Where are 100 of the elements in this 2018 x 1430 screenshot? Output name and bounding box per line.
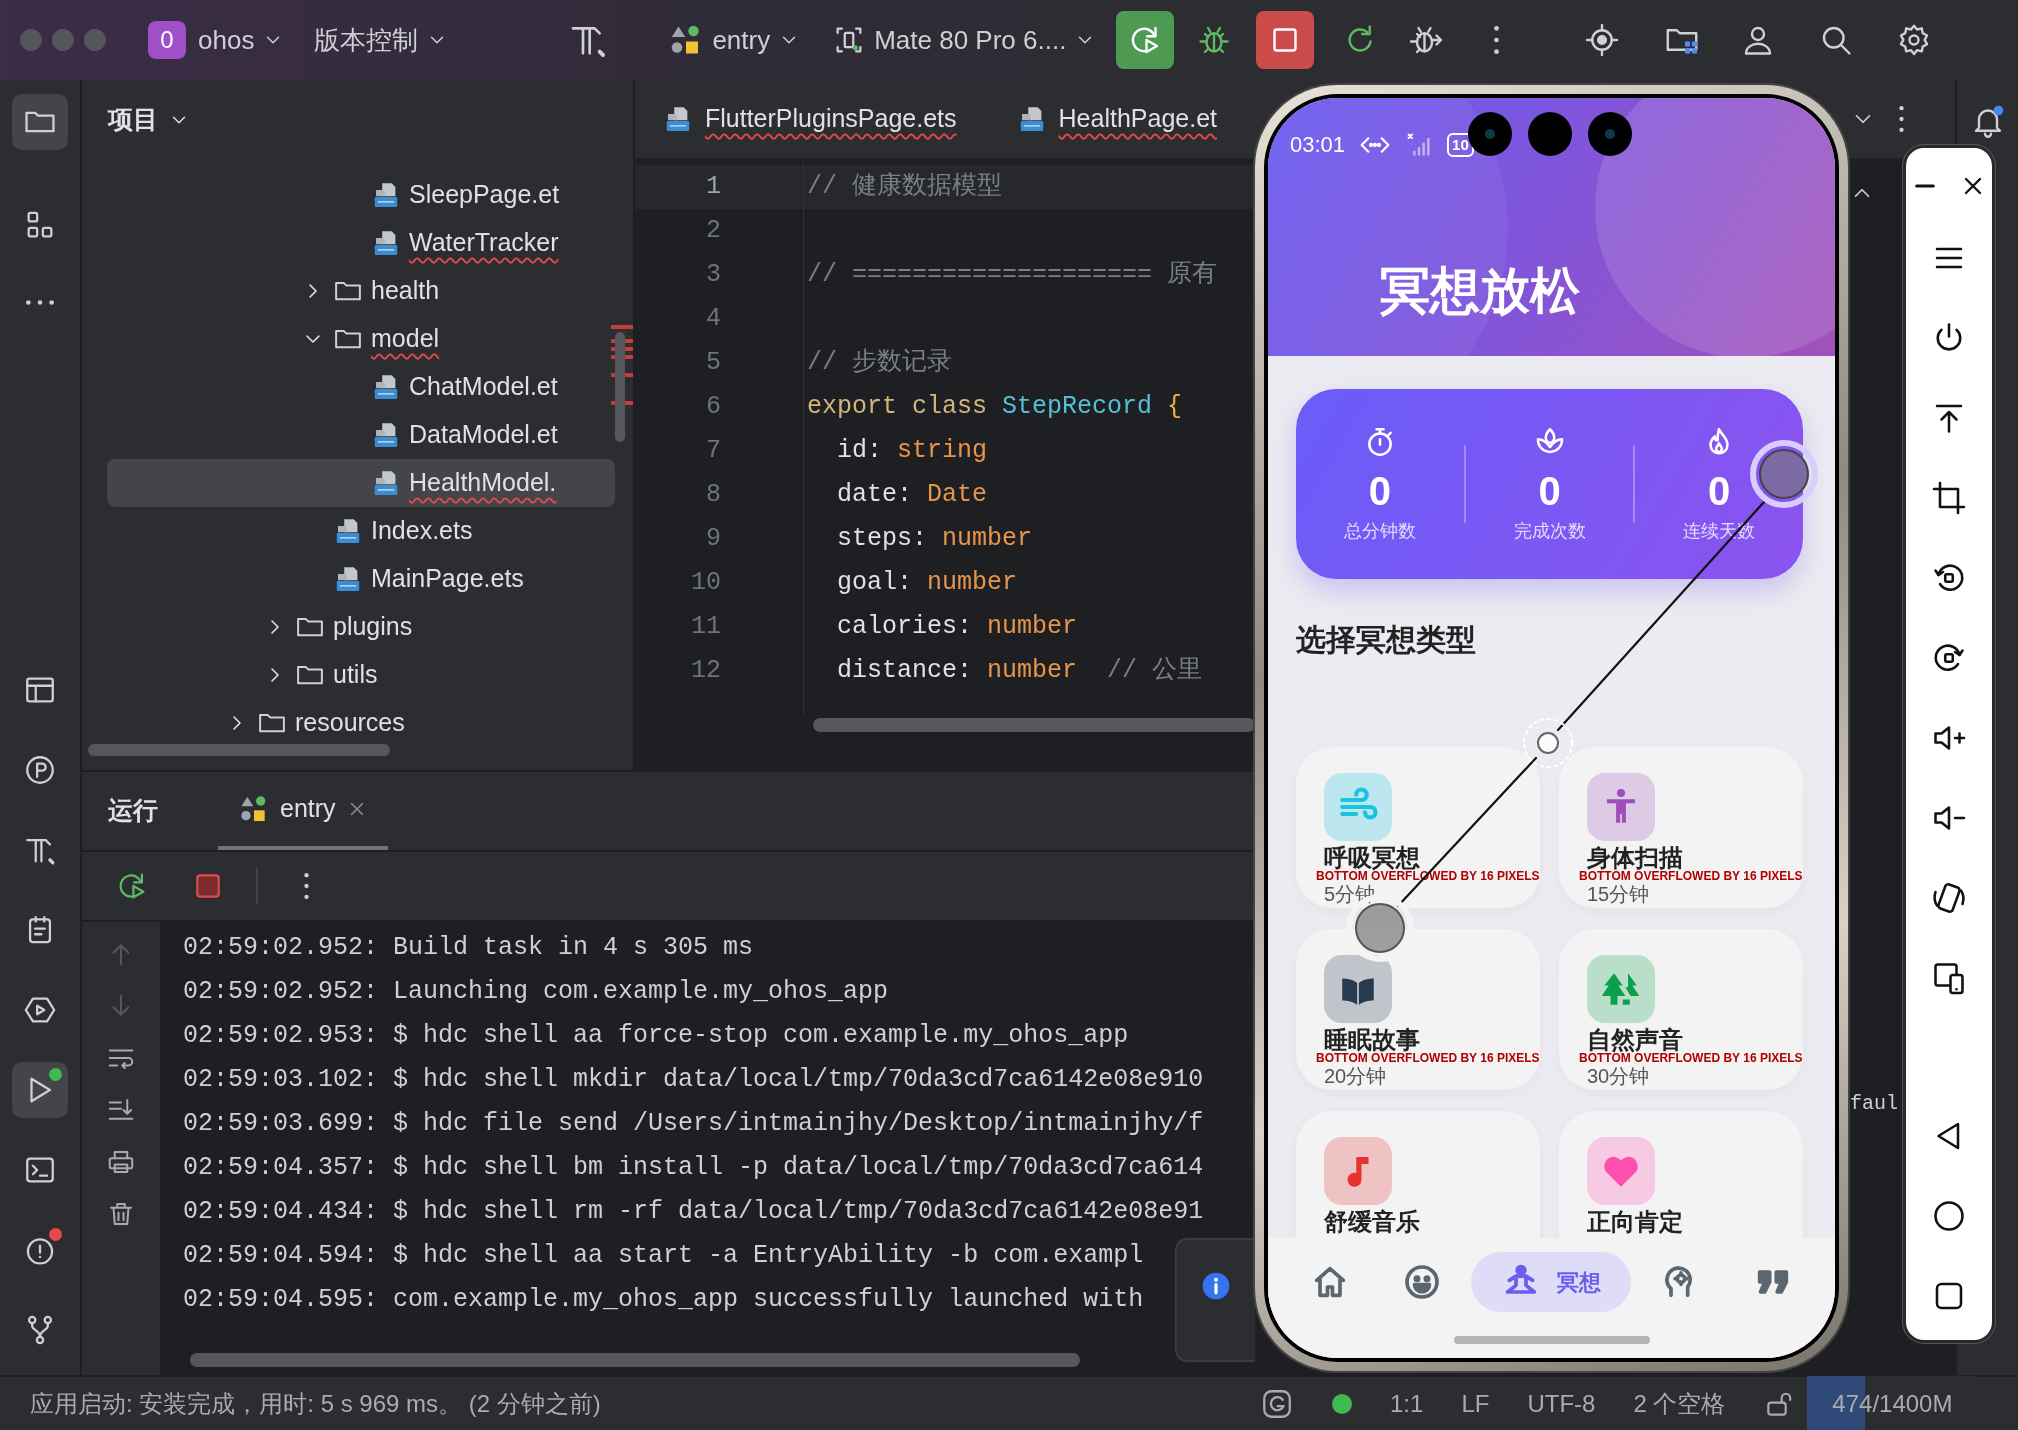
device-selector[interactable]: Mate 80 Pro 6.... (832, 20, 1097, 60)
code-line: export class StepRecord { (806, 391, 1184, 423)
stat-label: 总分钟数 (1343, 520, 1416, 543)
session-title: 呼吸冥想 (1324, 845, 1420, 871)
console-line: 02:59:02.952: Build task in 4 s 305 ms (183, 932, 754, 964)
code-line: goal: number (836, 567, 1019, 599)
panel-title: 项目 (108, 104, 158, 136)
code-line: steps: number (836, 523, 1034, 555)
editor-tab[interactable]: HealthPage.et (1016, 100, 1217, 138)
code-line: // ==================== 原有 (806, 259, 1219, 291)
stat-value: 0 (1368, 468, 1391, 515)
session-card[interactable]: 自然声音 BOTTOM OVERFLOWED BY 16 PIXELS 30分钟 (1559, 929, 1803, 1090)
touch-point (1523, 718, 1573, 768)
session-title: 舒缓音乐 (1324, 1209, 1421, 1235)
session-title: 正向肯定 (1587, 1209, 1684, 1235)
line-number: 5 (705, 347, 722, 379)
line-number: 4 (705, 303, 722, 335)
console-line: 02:59:02.953: $ hdc shell aa force-stop com.example.my_ohos_app (183, 1020, 1129, 1052)
more-icon (1493, 26, 1499, 54)
nav-tab[interactable]: 冥想 (1471, 1252, 1632, 1312)
line-number: 9 (705, 523, 722, 555)
session-title: 睡眠故事 (1324, 1027, 1420, 1053)
line-number: 12 (690, 655, 722, 687)
tree-item[interactable]: utils (107, 651, 615, 699)
overflow-warning: BOTTOM OVERFLOWED BY 16 PIXELS (1316, 1051, 1540, 1065)
line-number: 2 (705, 215, 722, 247)
project-tool-button[interactable] (12, 94, 68, 150)
console-line: 02:59:04.434: $ hdc shell rm -rf data/local/tmp/70da3cd7ca6142e08e91 (183, 1196, 1204, 1228)
session-title: 自然声音 (1587, 1027, 1683, 1053)
project-selector[interactable]: 0 ohos (148, 20, 285, 60)
line-number: 8 (705, 479, 722, 511)
panel-title: 运行 (108, 795, 158, 827)
info-icon[interactable] (1200, 1270, 1232, 1302)
status-dot (49, 1068, 62, 1081)
tree-item[interactable]: health (107, 267, 615, 315)
run-config-selector[interactable]: entry (668, 20, 801, 60)
session-card[interactable]: 睡眠故事 BOTTOM OVERFLOWED BY 16 PIXELS 20分钟 (1296, 929, 1540, 1090)
line-number: 10 (690, 567, 722, 599)
status-time: 03:01 (1290, 131, 1346, 159)
session-title: 身体扫描 (1587, 845, 1683, 871)
crosshair-icon (1584, 22, 1621, 58)
stat-value: 0 (1708, 468, 1731, 515)
indent-setting[interactable]: 2 个空格 (1633, 1385, 1726, 1422)
circle-home-icon (1931, 1198, 1967, 1234)
locate-button[interactable] (1584, 22, 1621, 58)
tree-item[interactable]: WaterTracker (107, 219, 615, 267)
stop-button[interactable] (1256, 11, 1315, 69)
console-line: 02:59:03.102: $ hdc shell mkdir data/local/tmp/70da3cd7ca6142e08e910 (183, 1064, 1204, 1096)
status-dot[interactable] (1332, 1393, 1352, 1414)
tree-item[interactable]: Index.ets (107, 507, 615, 555)
circle-icon (23, 753, 57, 787)
run-button[interactable] (1116, 11, 1175, 69)
stat-value: 0 (1538, 468, 1561, 515)
crop-icon (1931, 480, 1967, 516)
devices-icon (1931, 960, 1967, 996)
cursor-position[interactable]: 1:1 (1390, 1385, 1424, 1422)
phone-shake-icon (1931, 880, 1967, 916)
console-line: 02:59:04.594: $ hdc shell aa start -a EntryAbility -b com.exampl (183, 1240, 1144, 1272)
tree-item[interactable]: model (107, 315, 615, 363)
code-line: distance: number // 公里 (836, 655, 1204, 687)
status-dot (49, 1228, 62, 1241)
overflow-warning: BOTTOM OVERFLOWED BY 16 PIXELS (1579, 869, 1803, 883)
console-line: 02:59:04.357: $ hdc shell bm install -p data/local/tmp/70da3cd7ca614 (183, 1152, 1204, 1184)
tree-item[interactable]: MainPage.ets (107, 555, 615, 603)
console-line: 02:59:04.595: com.example.my_ohos_app successfully launched with (183, 1284, 1144, 1316)
line-number: 7 (705, 435, 722, 467)
tree-item[interactable]: SleepPage.et (107, 171, 615, 219)
tree-item[interactable]: resources (107, 699, 615, 747)
run-tab[interactable]: entry (218, 772, 388, 850)
line-number: 1 (635, 165, 747, 209)
code-line: id: string (836, 435, 989, 467)
stat-label: 完成次数 (1513, 520, 1586, 543)
file-encoding[interactable]: UTF-8 (1527, 1385, 1596, 1422)
code-line: calories: number (836, 611, 1079, 643)
session-duration: 30分钟 (1587, 1065, 1651, 1087)
session-duration: 20分钟 (1324, 1065, 1388, 1087)
session-duration: 15分钟 (1587, 883, 1651, 905)
run-tool-button[interactable] (12, 1062, 68, 1118)
session-card[interactable]: 身体扫描 BOTTOM OVERFLOWED BY 16 PIXELS 15分钟 (1559, 747, 1803, 908)
tree-item[interactable]: DataModel.et (107, 411, 615, 459)
app-title: 冥想放松 (1380, 262, 1580, 321)
session-card[interactable]: 正向肯定 (1559, 1111, 1803, 1238)
line-ending[interactable]: LF (1461, 1385, 1490, 1422)
touch-point (1750, 440, 1818, 508)
editor-tab[interactable]: FlutterPluginsPage.ets (663, 100, 957, 138)
line-number: 3 (705, 259, 722, 291)
more-icon (303, 873, 309, 899)
code-line: date: Date (836, 479, 989, 511)
console-line: 02:59:03.699: $ hdc file send /Users/intmainjhy/Desktop/intmainjhy/f (183, 1108, 1204, 1140)
more-icon (1898, 106, 1904, 132)
code-line: // 步数记录 (806, 347, 953, 379)
vcs-menu[interactable]: 版本控制 (314, 20, 449, 60)
console-line: faul (1850, 1091, 1899, 1117)
minus-icon (1915, 184, 1935, 188)
line-number: 11 (690, 611, 722, 643)
line-number: 6 (705, 391, 722, 423)
tree-item[interactable]: HealthModel. (107, 459, 615, 507)
tree-item[interactable]: plugins (107, 603, 615, 651)
tree-item[interactable]: ChatModel.et (107, 363, 615, 411)
session-card[interactable]: 舒缓音乐 (1296, 1111, 1540, 1238)
